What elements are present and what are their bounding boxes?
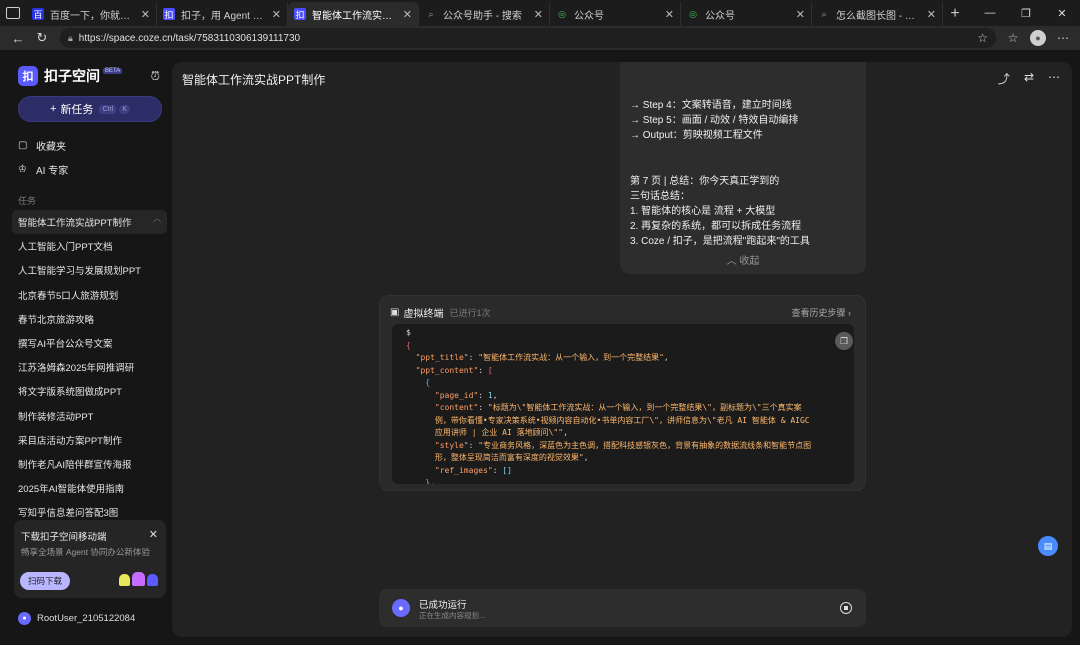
branch-icon[interactable]: ⇄ bbox=[1024, 70, 1034, 87]
folder-icon: ▢ bbox=[18, 140, 28, 151]
task-item[interactable]: 撰写AI平台公众号文案 bbox=[12, 331, 167, 355]
tab-actions-icon[interactable] bbox=[0, 0, 26, 26]
page-title: 智能体工作流实战PPT制作 bbox=[182, 73, 326, 87]
share-icon[interactable]: ⤴ bbox=[998, 70, 1010, 87]
assistant-message-card: → Step 4：文案转语音，建立时间线 → Step 5：画面 / 动效 / … bbox=[620, 62, 866, 274]
lock-icon: 🔒︎ bbox=[68, 32, 73, 43]
chevron-up-icon: ︿ bbox=[726, 256, 737, 267]
task-item[interactable]: 智能体工作流实战PPT制作 ◠ bbox=[12, 210, 167, 235]
collapse-button[interactable]: ︿ 收起 bbox=[620, 252, 866, 267]
task-list: 智能体工作流实战PPT制作 ◠ 人工智能入门PPT文档 人工智能学习与发展规划P… bbox=[12, 210, 167, 524]
tab-search-2[interactable]: ⌕ 怎么截图长图 - 搜索 ✕ bbox=[812, 2, 943, 26]
task-item[interactable]: 江苏洛姆森2025年网推调研 bbox=[12, 355, 167, 379]
close-icon[interactable]: ✕ bbox=[796, 8, 805, 21]
close-icon[interactable]: ✕ bbox=[141, 8, 150, 21]
tab-baidu[interactable]: 百 百度一下，你就知道 ✕ bbox=[26, 2, 157, 26]
coze-icon: 扣 bbox=[294, 8, 306, 20]
mascot-yellow-icon bbox=[119, 574, 130, 586]
chat-help-icon[interactable]: ▤ bbox=[1038, 536, 1058, 556]
user-profile[interactable]: ● RootUser_2105122084 bbox=[18, 612, 135, 625]
tab-wechat-2[interactable]: ◎ 公众号 ✕ bbox=[681, 2, 812, 26]
reload-icon[interactable]: ↻ bbox=[30, 28, 54, 48]
sidebar-item-favorites[interactable]: ▢ 收藏夹 bbox=[18, 138, 66, 153]
search-icon: ⌕ bbox=[428, 8, 434, 19]
terminal-icon: ▣ bbox=[390, 307, 400, 318]
sidebar-item-ai-expert[interactable]: ♔ AI 专家 bbox=[18, 162, 68, 177]
user-avatar-icon: ● bbox=[18, 612, 31, 625]
virtual-terminal: ▣ 虚拟终端 已进行1次 查看历史步骤 › $ { "ppt_title": "… bbox=[379, 295, 866, 491]
alarm-clock-icon[interactable]: ⏰︎ bbox=[151, 69, 160, 84]
task-item[interactable]: 人工智能入门PPT文档 bbox=[12, 234, 167, 258]
baidu-icon: 百 bbox=[32, 8, 44, 20]
more-icon[interactable]: ⋯ bbox=[1052, 28, 1074, 48]
app: 扣 扣子空间 BETA ⏰︎ + 新任务 Ctrl K ▢ 收藏夹 ♔ AI 专… bbox=[0, 50, 1080, 645]
close-icon[interactable]: ✕ bbox=[927, 8, 936, 21]
tab-wechat-1[interactable]: ◎ 公众号 ✕ bbox=[550, 2, 681, 26]
task-item[interactable]: 2025年AI智能体使用指南 bbox=[12, 476, 167, 500]
close-icon[interactable]: ✕ bbox=[534, 8, 543, 21]
plus-icon: + bbox=[50, 103, 57, 115]
star-icon[interactable]: ☆ bbox=[977, 31, 988, 45]
window-controls: — ❐ ✕ bbox=[972, 0, 1080, 26]
address-bar: ← ↻ 🔒︎ https://space.coze.cn/task/758311… bbox=[0, 26, 1080, 50]
new-task-button[interactable]: + 新任务 Ctrl K bbox=[18, 96, 162, 122]
back-icon[interactable]: ← bbox=[6, 28, 30, 48]
sidebar: 扣 扣子空间 BETA ⏰︎ + 新任务 Ctrl K ▢ 收藏夹 ♔ AI 专… bbox=[0, 50, 172, 645]
new-tab-icon[interactable]: + bbox=[943, 2, 967, 26]
coze-logo-icon: 扣 bbox=[18, 66, 38, 86]
tab-search-1[interactable]: ⌕ 公众号助手 - 搜索 ✕ bbox=[419, 2, 550, 26]
agent-avatar-icon: ● bbox=[392, 599, 410, 617]
profile-avatar-icon[interactable]: ● bbox=[1030, 30, 1046, 46]
close-icon[interactable]: ✕ bbox=[149, 528, 158, 541]
restore-icon[interactable]: ❐ bbox=[1008, 0, 1044, 26]
mascot-icons bbox=[119, 572, 158, 586]
task-item[interactable]: 制作老凡AI陪伴群宣传海报 bbox=[12, 452, 167, 476]
minimize-icon[interactable]: — bbox=[972, 0, 1008, 26]
close-window-icon[interactable]: ✕ bbox=[1044, 0, 1080, 26]
scan-download-button[interactable]: 扫码下载 bbox=[20, 572, 70, 590]
run-status-bar: ● 已成功运行 正在生成内容规划... bbox=[379, 589, 866, 627]
mobile-app-promo: 下载扣子空间移动端 ✕ 畅享全场景 Agent 协同办公新体验 扫码下载 bbox=[14, 520, 166, 598]
brand-name: 扣子空间 bbox=[44, 68, 100, 84]
beta-badge: BETA bbox=[103, 68, 123, 74]
terminal-output: $ { "ppt_title": "智能体工作流实战：从一个输入，到一个完整结果… bbox=[392, 324, 854, 484]
shortcut-badge: K bbox=[119, 104, 130, 114]
favorites-icon[interactable]: ☆ bbox=[1002, 28, 1024, 48]
shortcut-badge: Ctrl bbox=[99, 104, 117, 114]
stop-icon[interactable] bbox=[840, 602, 852, 614]
copy-icon[interactable]: ❐ bbox=[835, 332, 853, 350]
wechat-icon: ◎ bbox=[558, 8, 566, 19]
url-field[interactable]: 🔒︎ https://space.coze.cn/task/7583110306… bbox=[60, 28, 996, 48]
close-icon[interactable]: ✕ bbox=[272, 8, 281, 21]
tab-coze-task[interactable]: 扣 智能体工作流实战PPT制作 · ✕ bbox=[288, 2, 419, 26]
close-icon[interactable]: ✕ bbox=[403, 8, 412, 21]
mascot-purple-icon bbox=[132, 572, 145, 586]
browser-tab-bar: 百 百度一下，你就知道 ✕ 扣 扣子，用 Agent 重塑生产力 ✕ 扣 智能体… bbox=[0, 0, 1080, 26]
main-panel: 智能体工作流实战PPT制作 ⤴ ⇄ ⋯ → Step 4：文案转语音，建立时间线… bbox=[172, 62, 1072, 637]
task-item[interactable]: 春节北京旅游攻略 bbox=[12, 307, 167, 331]
mascot-blue-icon bbox=[147, 574, 158, 586]
loading-spinner-icon: ◠ bbox=[153, 216, 161, 227]
task-item[interactable]: 人工智能学习与发展规划PPT bbox=[12, 258, 167, 282]
wechat-icon: ◎ bbox=[689, 8, 697, 19]
more-icon[interactable]: ⋯ bbox=[1048, 70, 1060, 87]
chevron-right-icon: › bbox=[848, 308, 851, 318]
search-icon: ⌕ bbox=[821, 8, 827, 19]
task-item[interactable]: 北京春节5口人旅游规划 bbox=[12, 283, 167, 307]
tab-coze-home[interactable]: 扣 扣子，用 Agent 重塑生产力 ✕ bbox=[157, 2, 288, 26]
close-icon[interactable]: ✕ bbox=[665, 8, 674, 21]
expert-icon: ♔ bbox=[18, 164, 27, 175]
coze-icon: 扣 bbox=[163, 8, 175, 20]
task-item[interactable]: 采目店活动方案PPT制作 bbox=[12, 428, 167, 452]
view-history-button[interactable]: 查看历史步骤 › bbox=[791, 306, 851, 319]
task-item[interactable]: 将文字版系统图做成PPT bbox=[12, 379, 167, 403]
task-item[interactable]: 制作装修活动PPT bbox=[12, 404, 167, 428]
tasks-section-label: 任务 bbox=[18, 196, 37, 206]
